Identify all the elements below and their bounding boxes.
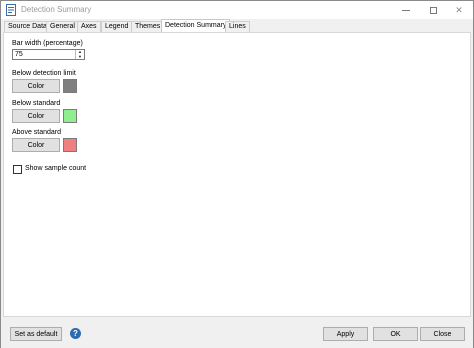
tab-strip: Source Data General Axes Legend Themes D… xyxy=(1,19,473,32)
help-icon[interactable]: ? xyxy=(70,328,81,339)
set-as-default-button[interactable]: Set as default xyxy=(10,327,62,341)
tab-legend[interactable]: Legend xyxy=(101,21,133,32)
above-standard-color-button[interactable]: Color xyxy=(12,138,60,152)
show-sample-count-checkbox[interactable] xyxy=(13,165,22,174)
show-sample-count-label: Show sample count xyxy=(25,165,87,172)
bar-width-value: 75 xyxy=(15,51,23,58)
stepper-down-icon[interactable]: ▼ xyxy=(76,54,84,60)
maximize-icon xyxy=(429,6,437,14)
app-icon xyxy=(6,4,16,16)
tab-axes[interactable]: Axes xyxy=(77,21,101,32)
ok-button[interactable]: OK xyxy=(373,327,418,341)
below-detection-label: Below detection limit xyxy=(12,70,76,77)
dialog-footer: Set as default ? Apply OK Close xyxy=(1,319,473,348)
apply-button[interactable]: Apply xyxy=(323,327,368,341)
above-standard-label: Above standard xyxy=(12,129,62,136)
tab-themes[interactable]: Themes xyxy=(131,21,165,32)
below-standard-swatch[interactable] xyxy=(63,109,77,123)
maximize-button[interactable] xyxy=(419,1,447,19)
bar-width-label: Bar width (percentage) xyxy=(12,40,83,47)
minimize-icon xyxy=(402,9,410,11)
below-standard-label: Below standard xyxy=(12,100,61,107)
close-icon: ✕ xyxy=(455,4,463,15)
tab-source-data[interactable]: Source Data xyxy=(4,21,51,32)
dialog-window: Detection Summary ✕ Source Data General … xyxy=(0,0,474,348)
below-detection-swatch[interactable] xyxy=(63,79,77,93)
stepper-buttons: ▲ ▼ xyxy=(75,50,84,59)
tab-lines[interactable]: Lines xyxy=(225,21,250,32)
tab-detection-summary[interactable]: Detection Summary xyxy=(161,19,231,32)
below-standard-color-button[interactable]: Color xyxy=(12,109,60,123)
close-window-button[interactable]: ✕ xyxy=(445,1,473,19)
close-button[interactable]: Close xyxy=(420,327,465,341)
minimize-button[interactable] xyxy=(392,1,420,19)
bar-width-stepper[interactable]: 75 ▲ ▼ xyxy=(12,49,85,60)
above-standard-swatch[interactable] xyxy=(63,138,77,152)
window-title: Detection Summary xyxy=(21,5,92,14)
title-bar: Detection Summary ✕ xyxy=(1,1,473,19)
below-detection-color-button[interactable]: Color xyxy=(12,79,60,93)
tab-content-panel: Bar width (percentage) 75 ▲ ▼ Below dete… xyxy=(3,32,471,317)
tab-general[interactable]: General xyxy=(46,21,79,32)
